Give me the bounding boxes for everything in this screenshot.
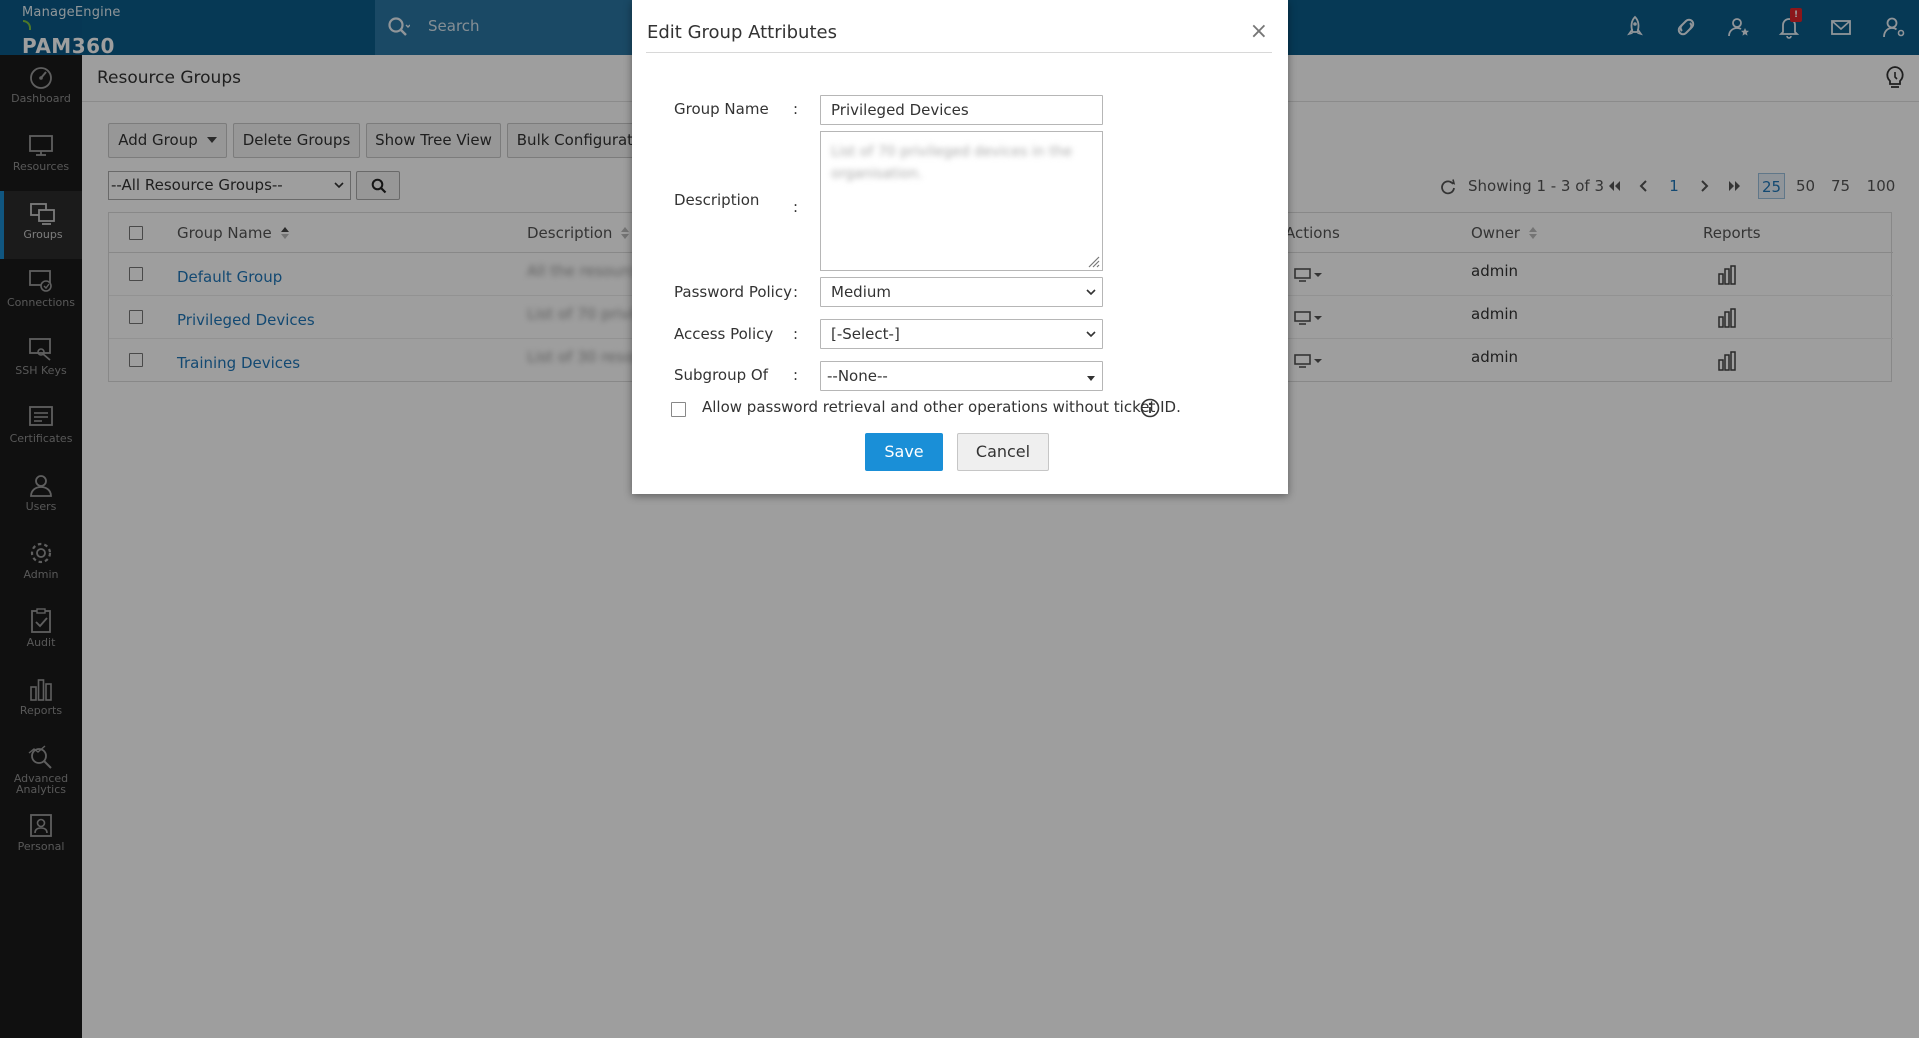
- subgroup-of-label: Subgroup Of: [674, 366, 768, 384]
- cancel-button[interactable]: Cancel: [957, 433, 1049, 471]
- allow-without-ticket-label[interactable]: Allow password retrieval and other opera…: [702, 398, 1181, 416]
- colon: :: [793, 283, 799, 301]
- description-textarea[interactable]: List of 70 privileged devices in the org…: [820, 131, 1103, 271]
- description-label: Description: [674, 191, 760, 209]
- access-policy-select[interactable]: [-Select-]: [820, 319, 1103, 349]
- description-value: List of 70 privileged devices in the org…: [831, 144, 1073, 182]
- colon: :: [793, 100, 799, 118]
- colon: :: [793, 325, 799, 343]
- info-icon[interactable]: [1140, 398, 1160, 418]
- close-icon[interactable]: ×: [1250, 21, 1268, 43]
- resize-handle-icon[interactable]: [1086, 254, 1100, 268]
- access-policy-label: Access Policy: [674, 325, 774, 343]
- password-policy-select[interactable]: Medium: [820, 277, 1103, 307]
- colon: :: [793, 198, 799, 216]
- colon: :: [793, 366, 799, 384]
- subgroup-of-select[interactable]: --None--: [820, 361, 1103, 391]
- allow-without-ticket-checkbox[interactable]: [671, 402, 686, 417]
- access-policy-value: [-Select-]: [831, 325, 900, 343]
- save-button[interactable]: Save: [865, 433, 943, 471]
- dialog-divider: [646, 52, 1272, 53]
- caret-down-icon: [1087, 376, 1095, 381]
- dialog-title: Edit Group Attributes: [647, 22, 837, 43]
- chevron-down-icon: [1086, 289, 1096, 296]
- password-policy-value: Medium: [831, 283, 891, 301]
- password-policy-label: Password Policy: [674, 283, 792, 301]
- edit-group-attributes-dialog: Edit Group Attributes × Group Name : Pri…: [632, 0, 1288, 494]
- subgroup-of-value: --None--: [827, 367, 888, 385]
- chevron-down-icon: [1086, 331, 1096, 338]
- group-name-label: Group Name: [674, 100, 769, 118]
- group-name-input[interactable]: Privileged Devices: [820, 95, 1103, 125]
